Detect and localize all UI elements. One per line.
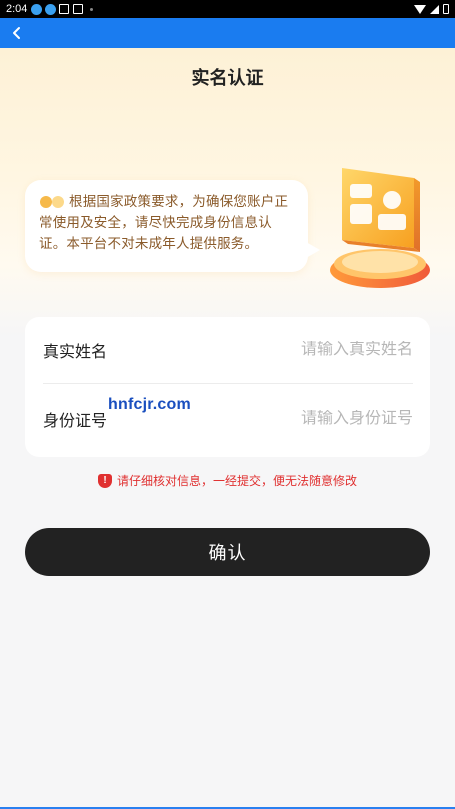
app-bar (0, 18, 455, 48)
page-title: 实名认证 (191, 68, 264, 88)
notification-app-icon (31, 3, 43, 15)
wifi-icon (414, 4, 426, 14)
signal-icon (430, 4, 439, 14)
status-time: 2:04 (6, 3, 28, 15)
status-bar: 2:04 (0, 0, 455, 18)
watermark-text: hnfcjr.com (108, 396, 191, 413)
back-button[interactable] (6, 22, 28, 44)
id-number-input[interactable] (193, 409, 413, 428)
warning-text: 请仔细核对信息，一经提交，便无法随意修改 (116, 474, 357, 488)
notification-cube-icon (59, 4, 70, 14)
battery-icon (443, 4, 449, 14)
notice-bubble: 根据国家政策要求，为确保您账户正常使用及安全，请尽快完成身份信息认证。本平台不对… (25, 180, 320, 272)
notice-text-block: 根据国家政策要求，为确保您账户正常使用及安全，请尽快完成身份信息认证。本平台不对… (39, 192, 294, 255)
notification-app-icon-2 (45, 3, 57, 15)
quote-icon (40, 196, 64, 208)
warning-message: ! 请仔细核对信息，一经提交，便无法随意修改 (0, 472, 455, 489)
notification-dot-icon (90, 7, 94, 11)
real-name-row: 真实姓名 (43, 317, 413, 384)
id-number-row: 身份证号 (43, 385, 413, 452)
real-name-input[interactable] (193, 341, 413, 359)
id-number-label: 身份证号 (43, 412, 108, 430)
id-card-illustration (330, 168, 430, 288)
notice-text: 根据国家政策要求，为确保您账户正常使用及安全，请尽快完成身份信息认证。本平台不对… (39, 194, 289, 252)
identity-form-card: 真实姓名 身份证号 (25, 317, 430, 457)
notification-cube-icon-2 (73, 4, 84, 14)
chevron-left-icon (13, 27, 20, 39)
shield-alert-icon: ! (97, 473, 112, 488)
real-name-label: 真实姓名 (43, 344, 108, 361)
confirm-button[interactable]: 确认 (25, 528, 430, 576)
